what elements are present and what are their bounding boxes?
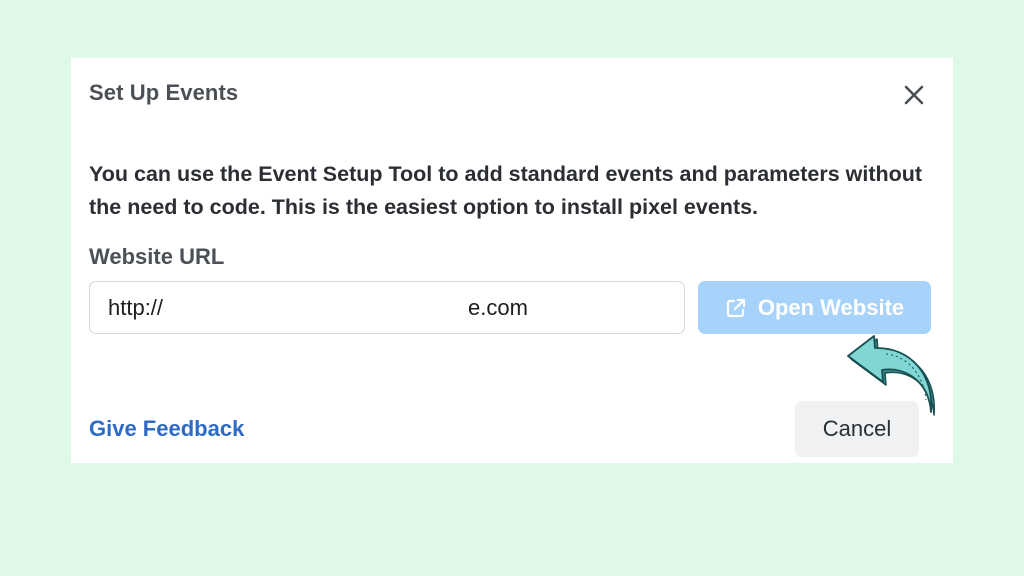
give-feedback-link[interactable]: Give Feedback	[89, 416, 244, 442]
open-website-button[interactable]: Open Website	[698, 281, 931, 334]
external-link-icon	[726, 298, 745, 317]
url-redaction	[184, 288, 468, 328]
website-url-input[interactable]: http:// e.com	[89, 281, 685, 334]
close-button[interactable]	[900, 81, 928, 109]
set-up-events-dialog: Set Up Events You can use the Event Setu…	[71, 58, 953, 463]
open-website-label: Open Website	[757, 294, 905, 320]
website-url-label: Website URL	[89, 244, 225, 269]
website-url-value-prefix: http://	[108, 295, 164, 320]
close-icon	[904, 85, 924, 105]
dialog-description: You can use the Event Setup Tool to add …	[89, 162, 923, 219]
curved-arrow-icon	[847, 335, 935, 416]
dialog-title: Set Up Events	[89, 80, 239, 105]
website-url-value-suffix: e.com	[468, 295, 528, 320]
